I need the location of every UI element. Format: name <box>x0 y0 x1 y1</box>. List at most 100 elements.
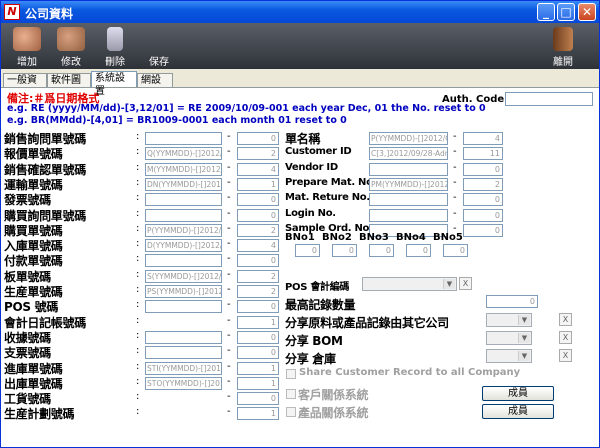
add-button[interactable]: 增加 <box>5 25 49 68</box>
left-row-counter-input[interactable]: 0 <box>237 254 279 268</box>
colon-separator: : <box>136 268 140 280</box>
right-row-format-input[interactable]: P(YYMMDD)-[]2012/C <box>369 132 448 145</box>
left-row-format-input[interactable]: Q(YYMMDD)-[]2012/ <box>145 147 222 161</box>
minimize-icon[interactable]: _ <box>537 3 555 21</box>
left-row-counter-input[interactable]: 1 <box>237 407 279 421</box>
dash-separator: - <box>227 391 231 403</box>
left-row-counter-input[interactable]: 1 <box>237 361 279 375</box>
left-row-counter-input[interactable]: 1 <box>237 315 279 329</box>
left-row-format-input[interactable]: PS(YYMMDD)-[]2012 <box>145 285 222 298</box>
left-row-counter-input[interactable]: 0 <box>237 346 279 360</box>
left-row-counter-input[interactable]: 2 <box>237 147 279 161</box>
max-record-input[interactable]: 0 <box>486 295 538 308</box>
tab-network-settings[interactable]: 網設置 <box>137 73 173 99</box>
crm-members-button[interactable]: 成員 <box>482 386 554 401</box>
right-row-format-input[interactable]: C[3,]2012/09/28-Adm <box>369 147 448 161</box>
colon-separator: : <box>136 299 140 311</box>
dash-separator: - <box>227 176 231 188</box>
right-row-counter-input[interactable]: 0 <box>463 193 503 207</box>
left-row-format-input[interactable]: STO(YYMMDD)-[]201 <box>145 376 222 390</box>
left-row-format-input[interactable] <box>145 346 222 360</box>
left-row-format-input[interactable]: S(YYMMDD)-[]2012/ <box>145 269 222 283</box>
right-row-counter-input[interactable]: 0 <box>463 162 503 176</box>
tab-software-images[interactable]: 軟件圖片 <box>47 73 91 99</box>
left-row-format-input[interactable] <box>145 193 222 207</box>
prm-checkbox[interactable] <box>286 407 296 417</box>
share-warehouse-select[interactable]: ▼ <box>486 349 532 363</box>
bno-input[interactable]: 0 <box>406 244 431 257</box>
chevron-down-icon: ▼ <box>518 351 530 361</box>
left-row-counter-input[interactable]: 0 <box>237 300 279 314</box>
left-row-format-input[interactable]: D(YYMMDD)-[]2012/ <box>145 239 222 253</box>
left-row-counter-input[interactable]: 0 <box>237 330 279 344</box>
right-row-format-input[interactable] <box>369 208 448 222</box>
share-bom-clear[interactable]: X <box>559 331 572 344</box>
auth-code-input[interactable] <box>505 92 593 106</box>
edit-button[interactable]: 修改 <box>49 25 93 68</box>
left-row-format-input[interactable]: M(YYMMDD)-[]2012/ <box>145 162 222 176</box>
left-row-counter-input[interactable]: 1 <box>237 177 279 191</box>
bno-input[interactable]: 0 <box>369 244 394 257</box>
edit-icon <box>57 27 85 51</box>
left-row-format-input[interactable]: STI(YYMMDD)-[]2012 <box>145 361 222 375</box>
share-material-clear[interactable]: X <box>559 313 572 326</box>
maximize-icon[interactable]: □ <box>557 3 575 21</box>
right-row-label: Login No. <box>285 207 336 219</box>
left-row-counter-input[interactable]: 1 <box>237 376 279 390</box>
left-row-counter-input[interactable]: 0 <box>237 392 279 406</box>
right-row-counter-input[interactable]: 11 <box>463 147 503 161</box>
dash-separator: - <box>227 284 231 295</box>
left-row-format-input[interactable] <box>145 254 222 268</box>
dash-separator: - <box>453 176 457 188</box>
exit-button[interactable]: 離開 <box>541 25 585 68</box>
close-icon[interactable]: ✕ <box>578 3 596 21</box>
save-icon <box>145 27 173 51</box>
left-row-format-input[interactable] <box>145 132 222 145</box>
pos-accounting-select[interactable]: ▼ <box>362 277 457 291</box>
crm-checkbox[interactable] <box>286 389 296 399</box>
right-row-counter-input[interactable]: 4 <box>463 132 503 145</box>
right-row-counter-input[interactable]: 2 <box>463 177 503 191</box>
left-row-format-input[interactable] <box>145 330 222 344</box>
right-row-format-input[interactable] <box>369 162 448 176</box>
right-row-format-input[interactable]: PM(YYMMDD)-[]2012 <box>369 177 448 191</box>
right-row-label: Vendor ID <box>285 161 338 173</box>
right-row-label: Prepare Mat. No. <box>285 176 377 188</box>
dash-separator: - <box>227 268 231 280</box>
dash-separator: - <box>227 314 231 326</box>
left-row-format-input[interactable] <box>145 300 222 314</box>
dash-separator: - <box>453 192 457 204</box>
delete-button[interactable]: 刪除 <box>93 25 137 68</box>
right-row-counter-input[interactable]: 0 <box>463 223 503 237</box>
tab-system-settings[interactable]: 系統設置 <box>91 71 137 97</box>
pos-clear-button[interactable]: X <box>459 277 472 290</box>
left-row-format-input[interactable]: DN(YYMMDD)-[]2012 <box>145 177 222 191</box>
bno-input[interactable]: 0 <box>443 244 468 257</box>
left-row-counter-input[interactable]: 4 <box>237 239 279 253</box>
right-row-counter-input[interactable]: 0 <box>463 208 503 222</box>
left-row-counter-input[interactable]: 0 <box>237 132 279 145</box>
colon-separator: : <box>136 222 140 234</box>
left-row-counter-input[interactable]: 2 <box>237 269 279 283</box>
left-row-counter-input[interactable]: 2 <box>237 223 279 237</box>
share-customer-checkbox[interactable] <box>286 369 296 379</box>
share-warehouse-clear[interactable]: X <box>559 349 572 362</box>
share-material-select[interactable]: ▼ <box>486 313 532 327</box>
left-row-counter-input[interactable]: 0 <box>237 193 279 207</box>
save-button[interactable]: 保存 <box>137 25 181 68</box>
tab-general[interactable]: 一般資料 <box>3 73 47 99</box>
dash-separator: - <box>227 192 231 204</box>
dash-separator: - <box>227 222 231 234</box>
left-row-counter-input[interactable]: 2 <box>237 285 279 298</box>
left-row-format-input[interactable] <box>145 208 222 222</box>
left-row-counter-input[interactable]: 4 <box>237 162 279 176</box>
left-row-counter-input[interactable]: 0 <box>237 208 279 222</box>
bno-input[interactable]: 0 <box>295 244 320 257</box>
share-bom-select[interactable]: ▼ <box>486 331 532 345</box>
left-row-label: 生産計劃號碼 <box>4 407 75 422</box>
left-row-format-input[interactable]: P(YYMMDD)-[]2012/C <box>145 223 222 237</box>
chevron-down-icon: ▼ <box>518 315 530 325</box>
prm-members-button[interactable]: 成員 <box>482 404 554 419</box>
bno-input[interactable]: 0 <box>332 244 357 257</box>
right-row-format-input[interactable] <box>369 193 448 207</box>
